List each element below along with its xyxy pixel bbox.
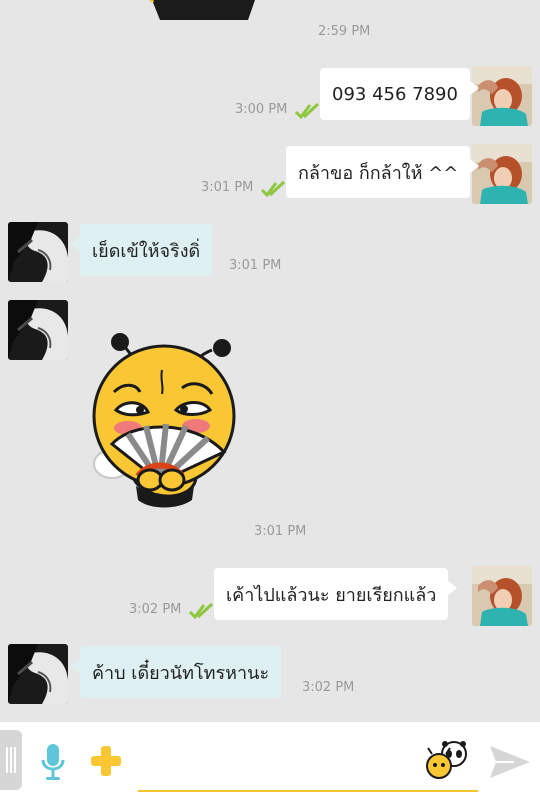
message-bubble[interactable]: กล้าขอ ก็กล้าให้ ^^: [286, 146, 480, 198]
message-bubble[interactable]: เย็ดเข้ให้จริงดิ่: [70, 224, 213, 276]
read-receipt-icon: [188, 602, 214, 620]
bee-fan-sticker[interactable]: [88, 330, 238, 510]
message-bubble[interactable]: 093 456 7890: [320, 68, 479, 120]
microphone-icon[interactable]: [40, 742, 66, 782]
timestamp: 3:02 PM: [302, 680, 355, 695]
partial-sticker[interactable]: [130, 0, 280, 22]
timestamp: 3:02 PM: [129, 602, 182, 617]
message-input-bar: [0, 722, 540, 799]
plus-icon[interactable]: [89, 744, 123, 778]
my-avatar[interactable]: [472, 566, 532, 626]
sticker-emoji-icon[interactable]: [424, 740, 470, 780]
chat-history[interactable]: 2:59 PM 093 456 7890 3:00 PM กล้าขอ ก็กล…: [0, 0, 540, 722]
input-underline: [138, 790, 478, 792]
message-bubble[interactable]: เค้าไปแล้วนะ ยายเรียกแล้ว: [214, 568, 458, 620]
timestamp: 3:01 PM: [201, 180, 254, 195]
contact-avatar[interactable]: [8, 644, 68, 704]
drawer-handle-icon[interactable]: [0, 730, 22, 790]
my-avatar[interactable]: [472, 144, 532, 204]
send-icon[interactable]: [488, 742, 532, 782]
my-avatar[interactable]: [472, 66, 532, 126]
timestamp: 3:00 PM: [235, 102, 288, 117]
timestamp: 3:01 PM: [229, 258, 282, 273]
read-receipt-icon: [294, 102, 320, 120]
message-bubble[interactable]: ค้าบ เดี๋ยวนัทโทรหานะ: [70, 646, 282, 698]
contact-avatar[interactable]: [8, 222, 68, 282]
contact-avatar[interactable]: [8, 300, 68, 360]
timestamp: 3:01 PM: [254, 524, 307, 539]
message-input[interactable]: [138, 742, 422, 788]
read-receipt-icon: [260, 180, 286, 198]
timestamp: 2:59 PM: [318, 24, 371, 39]
